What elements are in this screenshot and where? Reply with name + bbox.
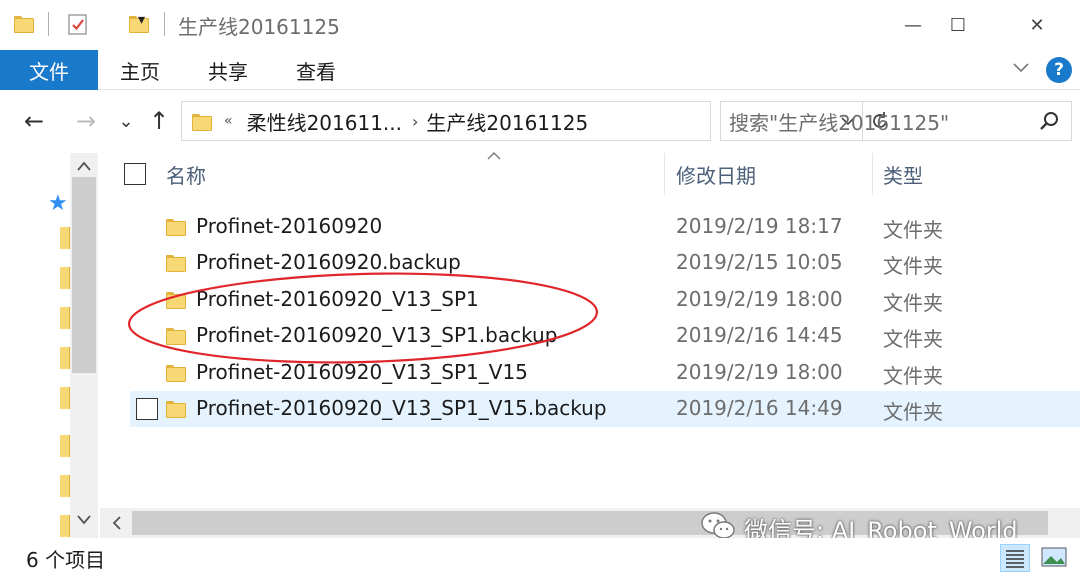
expand-ribbon-icon[interactable] bbox=[1012, 58, 1030, 80]
scroll-up-icon[interactable] bbox=[70, 153, 98, 179]
select-all-checkbox[interactable] bbox=[124, 163, 146, 185]
folder-icon bbox=[166, 365, 186, 382]
file-type: 文件夹 bbox=[883, 400, 943, 424]
scroll-down-icon[interactable] bbox=[70, 507, 98, 533]
tab-view[interactable]: 查看 bbox=[296, 50, 336, 90]
file-type: 文件夹 bbox=[883, 291, 943, 315]
sort-ascending-icon bbox=[487, 149, 501, 165]
table-row[interactable]: Profinet-20160920_V13_SP1.backup 2019/2/… bbox=[130, 318, 1080, 354]
scrollbar-thumb[interactable] bbox=[72, 177, 96, 373]
table-row[interactable]: Profinet-20160920_V13_SP1_V15 2019/2/19 … bbox=[130, 355, 1080, 391]
navigation-pane: ★ bbox=[0, 153, 100, 538]
customize-toolbar-icon[interactable]: ▾ bbox=[138, 12, 145, 38]
up-button[interactable]: ↑ bbox=[143, 105, 175, 137]
status-bar: 6 个项目 bbox=[0, 538, 1080, 577]
folder-icon[interactable] bbox=[60, 435, 70, 457]
tab-file[interactable]: 文件 bbox=[0, 50, 98, 90]
help-button[interactable]: ? bbox=[1046, 57, 1072, 83]
item-count: 6 个项目 bbox=[26, 548, 106, 572]
file-type: 文件夹 bbox=[883, 327, 943, 351]
folder-icon[interactable] bbox=[60, 227, 70, 249]
search-icon[interactable] bbox=[1039, 110, 1061, 132]
column-header-date[interactable]: 修改日期 bbox=[676, 153, 756, 195]
folder-icon[interactable] bbox=[60, 347, 70, 369]
details-view-icon[interactable] bbox=[1000, 544, 1030, 572]
properties-icon[interactable] bbox=[66, 12, 90, 36]
search-placeholder: 搜索"生产线20161125" bbox=[729, 110, 950, 135]
folder-icon[interactable] bbox=[60, 475, 70, 497]
column-divider[interactable] bbox=[872, 153, 873, 195]
breadcrumb-item[interactable]: 柔性线201611... bbox=[247, 107, 402, 136]
folder-icon[interactable] bbox=[60, 515, 70, 537]
scroll-left-icon[interactable] bbox=[104, 511, 130, 535]
file-name: Profinet-20160920.backup bbox=[196, 250, 461, 274]
toolbar-divider bbox=[164, 12, 165, 36]
file-name: Profinet-20160920_V13_SP1.backup bbox=[196, 323, 558, 347]
window-title: 生产线20161125 bbox=[178, 15, 340, 39]
folder-icon[interactable] bbox=[60, 267, 70, 289]
file-name: Profinet-20160920_V13_SP1_V15 bbox=[196, 360, 528, 384]
file-name: Profinet-20160920 bbox=[196, 214, 383, 238]
file-date: 2019/2/16 14:45 bbox=[676, 323, 843, 347]
file-date: 2019/2/16 14:49 bbox=[676, 396, 843, 420]
folder-icon bbox=[166, 401, 186, 418]
table-row[interactable]: Profinet-20160920.backup 2019/2/15 10:05… bbox=[130, 245, 1080, 281]
quick-access-star-icon[interactable]: ★ bbox=[48, 191, 68, 216]
folder-icon bbox=[166, 328, 186, 345]
table-row-hovered[interactable]: Profinet-20160920_V13_SP1_V15.backup 201… bbox=[130, 391, 1080, 427]
navigation-bar: ← → ⌄ ↑ « 柔性线201611... › 生产线20161125 搜索"… bbox=[0, 91, 1080, 153]
tab-home[interactable]: 主页 bbox=[120, 50, 160, 90]
file-date: 2019/2/19 18:00 bbox=[676, 287, 843, 311]
folder-icon bbox=[166, 292, 186, 309]
file-type: 文件夹 bbox=[883, 218, 943, 242]
table-row[interactable]: Profinet-20160920_V13_SP1 2019/2/19 18:0… bbox=[130, 282, 1080, 318]
ribbon-tabs: 文件 主页 共享 查看 ? bbox=[0, 50, 1080, 90]
row-checkbox[interactable] bbox=[136, 398, 158, 420]
file-name: Profinet-20160920_V13_SP1 bbox=[196, 287, 479, 311]
breadcrumb-overflow[interactable]: « bbox=[224, 113, 233, 129]
breadcrumb-separator-icon[interactable]: › bbox=[412, 112, 418, 131]
table-row[interactable]: Profinet-20160920 2019/2/19 18:17 文件夹 bbox=[130, 209, 1080, 245]
tab-share[interactable]: 共享 bbox=[208, 50, 248, 90]
file-name: Profinet-20160920_V13_SP1_V15.backup bbox=[196, 396, 607, 420]
folder-icon bbox=[166, 255, 186, 272]
file-date: 2019/2/15 10:05 bbox=[676, 250, 843, 274]
column-header-name[interactable]: 名称 bbox=[166, 153, 206, 195]
back-button[interactable]: ← bbox=[18, 105, 50, 137]
minimize-button[interactable]: — bbox=[890, 0, 936, 50]
column-header-type[interactable]: 类型 bbox=[883, 153, 923, 195]
file-type: 文件夹 bbox=[883, 254, 943, 278]
breadcrumb-item[interactable]: 生产线20161125 bbox=[426, 107, 588, 136]
folder-icon bbox=[192, 113, 212, 131]
file-list: 名称 修改日期 类型 Profinet-20160920 2019/2/19 1… bbox=[100, 152, 1080, 508]
column-divider[interactable] bbox=[664, 153, 665, 195]
large-icons-view-icon[interactable] bbox=[1040, 544, 1070, 572]
folder-icon[interactable] bbox=[60, 307, 70, 329]
address-bar[interactable]: « 柔性线201611... › 生产线20161125 bbox=[181, 101, 887, 141]
folder-icon bbox=[14, 16, 34, 33]
recent-locations-button[interactable]: ⌄ bbox=[110, 105, 142, 137]
folder-icon[interactable] bbox=[60, 387, 70, 409]
forward-button[interactable]: → bbox=[70, 105, 102, 137]
title-bar: ▾ 生产线20161125 — ☐ ✕ bbox=[0, 0, 1080, 50]
toolbar-divider bbox=[48, 12, 49, 36]
file-date: 2019/2/19 18:00 bbox=[676, 360, 843, 384]
folder-icon bbox=[166, 219, 186, 236]
search-input[interactable]: 搜索"生产线20161125" bbox=[720, 101, 1072, 141]
close-button[interactable]: ✕ bbox=[1014, 0, 1060, 50]
maximize-button[interactable]: ☐ bbox=[935, 0, 981, 50]
file-type: 文件夹 bbox=[883, 364, 943, 388]
file-date: 2019/2/19 18:17 bbox=[676, 214, 843, 238]
